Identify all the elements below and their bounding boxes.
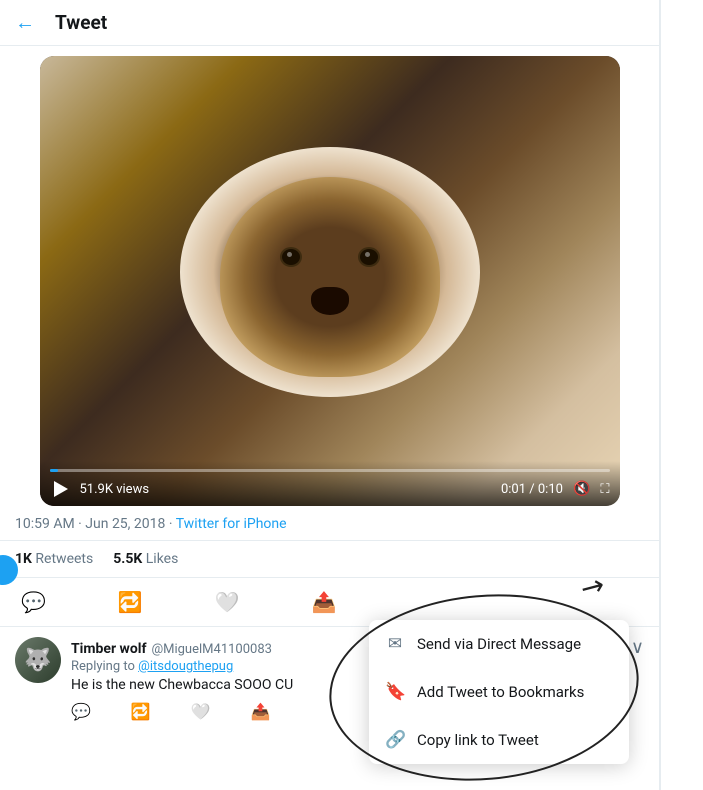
context-menu: ✉ Send via Direct Message 🔖 Add Tweet to… bbox=[369, 620, 629, 764]
comment-retweet-icon[interactable]: 🔁 bbox=[131, 702, 151, 721]
video-controls: 51.9K views 0:01 / 0:10 🔇 ⛶ bbox=[40, 461, 620, 506]
send-dm-item[interactable]: ✉ Send via Direct Message bbox=[369, 620, 629, 668]
retweet-button[interactable]: 🔁 bbox=[112, 584, 149, 620]
tweet-time: 10:59 AM · Jun 25, 2018 · bbox=[15, 516, 176, 532]
comment-reply-icon[interactable]: 💬 bbox=[71, 702, 91, 721]
likes-stat: 5.5K Likes bbox=[113, 551, 178, 567]
right-sidebar bbox=[660, 0, 703, 790]
like-button[interactable]: 🤍 bbox=[209, 584, 246, 620]
mute-icon[interactable]: 🔇 bbox=[573, 481, 590, 497]
controls-left: 51.9K views bbox=[50, 478, 150, 500]
link-icon: 🔗 bbox=[385, 730, 405, 750]
controls-right: 0:01 / 0:10 🔇 ⛶ bbox=[501, 481, 610, 497]
dm-icon: ✉ bbox=[385, 634, 405, 654]
views-count: 51.9K views bbox=[80, 482, 150, 497]
pug-image bbox=[220, 177, 440, 377]
video-player[interactable]: 51.9K views 0:01 / 0:10 🔇 ⛶ bbox=[40, 56, 620, 506]
video-time: 0:01 / 0:10 bbox=[501, 482, 563, 497]
copy-link-item[interactable]: 🔗 Copy link to Tweet bbox=[369, 716, 629, 764]
controls-row: 51.9K views 0:01 / 0:10 🔇 ⛶ bbox=[50, 478, 610, 500]
progress-bar[interactable] bbox=[50, 469, 610, 472]
tweet-header: ← Tweet bbox=[0, 0, 659, 46]
comment-like-icon[interactable]: 🤍 bbox=[191, 702, 211, 721]
expand-button[interactable]: ∨ bbox=[631, 637, 644, 658]
add-bookmark-item[interactable]: 🔖 Add Tweet to Bookmarks bbox=[369, 668, 629, 716]
main-column: ← Tweet bbox=[0, 0, 660, 790]
progress-fill bbox=[50, 469, 59, 472]
copy-link-label: Copy link to Tweet bbox=[417, 731, 539, 749]
page-title: Tweet bbox=[55, 11, 107, 34]
play-button[interactable] bbox=[50, 478, 72, 500]
stats-row: 1K Retweets 5.5K Likes bbox=[0, 541, 659, 578]
play-icon bbox=[54, 481, 68, 497]
bookmark-icon: 🔖 bbox=[385, 682, 405, 702]
avatar: 🐺 bbox=[15, 637, 61, 683]
add-bookmark-label: Add Tweet to Bookmarks bbox=[417, 683, 584, 701]
video-thumbnail bbox=[40, 56, 620, 506]
display-name: Timber wolf bbox=[71, 641, 146, 657]
retweets-stat: 1K Retweets bbox=[15, 551, 93, 567]
comment-share-icon[interactable]: 📤 bbox=[251, 702, 271, 721]
tweet-source-link[interactable]: Twitter for iPhone bbox=[176, 516, 287, 532]
fullscreen-icon[interactable]: ⛶ bbox=[600, 482, 609, 497]
back-button[interactable]: ← bbox=[15, 10, 35, 35]
mention-link[interactable]: @itsdougthepug bbox=[138, 659, 233, 674]
share-button[interactable]: 📤 bbox=[306, 584, 343, 620]
tweet-meta: 10:59 AM · Jun 25, 2018 · Twitter for iP… bbox=[0, 506, 659, 541]
send-dm-label: Send via Direct Message bbox=[417, 635, 581, 653]
reply-button[interactable]: 💬 bbox=[15, 584, 52, 620]
username: @MiguelM41100083 bbox=[151, 642, 272, 657]
